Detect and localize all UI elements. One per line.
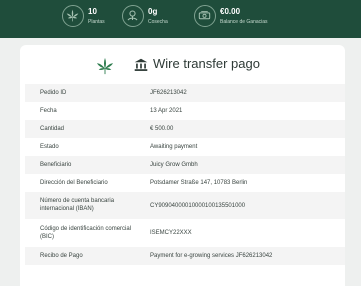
table-row: Código de identificación comercial (BIC)… <box>25 219 345 247</box>
row-value: Payment for e-growing services JF6262130… <box>150 253 273 259</box>
table-row: Beneficiario Juicy Grow Gmbh <box>25 156 345 174</box>
money-icon <box>194 5 216 27</box>
row-label: Pedido ID <box>40 90 67 96</box>
bank-icon <box>134 58 148 77</box>
row-label: Fecha <box>40 108 57 114</box>
harvest-label: Cosecha <box>148 19 168 25</box>
row-label: Dirección del Beneficiario <box>40 180 108 186</box>
row-label: Código de identificación comercial (BIC) <box>40 226 132 240</box>
row-value: Juicy Grow Gmbh <box>150 162 198 168</box>
row-value: Awaiting payment <box>150 144 198 150</box>
table-row: Dirección del Beneficiario Potsdamer Str… <box>25 174 345 192</box>
row-label: Cantidad <box>40 126 65 132</box>
plants-count: 10 <box>88 7 97 16</box>
transfer-details-table: Pedido ID JF626213042 Fecha 13 Apr 2021 … <box>25 84 345 265</box>
row-value: ISEMCY22XXX <box>150 230 192 236</box>
table-row: Pedido ID JF626213042 <box>25 84 345 102</box>
harvest-stat[interactable]: 0g Cosecha <box>122 4 172 34</box>
page-title: Wire transfer pago <box>153 56 260 71</box>
row-value: CY90904000010000100135501000 <box>150 203 246 209</box>
cannabis-leaf-icon <box>96 57 114 80</box>
earnings-amount: €0.00 <box>220 7 241 16</box>
plants-stat[interactable]: 10 Plantas <box>62 4 112 34</box>
row-label: Recibo de Pago <box>40 253 83 259</box>
row-label: Número de cuenta bancaria internacional … <box>40 198 115 212</box>
row-label: Estado <box>40 144 59 150</box>
row-label: Beneficiario <box>40 162 72 168</box>
earnings-label: Balance de Ganacias <box>220 19 268 25</box>
harvest-amount: 0g <box>148 7 158 16</box>
row-value: 13 Apr 2021 <box>150 108 183 114</box>
plants-label: Plantas <box>88 19 105 25</box>
wire-transfer-card: Wire transfer pago Pedido ID JF626213042… <box>20 45 345 286</box>
table-row: Recibo de Pago Payment for e-growing ser… <box>25 247 345 265</box>
table-row: Fecha 13 Apr 2021 <box>25 102 345 120</box>
top-stats-bar: 10 Plantas 0g Cosecha €0.00 Balance de G… <box>0 0 361 38</box>
table-row: Cantidad € 500.00 <box>25 120 345 138</box>
table-row: Estado Awaiting payment <box>25 138 345 156</box>
row-value: JF626213042 <box>150 90 187 96</box>
earnings-stat[interactable]: €0.00 Balance de Ganacias <box>194 4 274 34</box>
table-row: Número de cuenta bancaria internacional … <box>25 192 345 219</box>
card-header: Wire transfer pago <box>20 45 345 83</box>
row-value: Potsdamer Straße 147, 10783 Berlin <box>150 180 248 186</box>
cannabis-leaf-icon <box>62 5 84 27</box>
harvest-icon <box>122 5 144 27</box>
row-value: € 500.00 <box>150 126 174 132</box>
